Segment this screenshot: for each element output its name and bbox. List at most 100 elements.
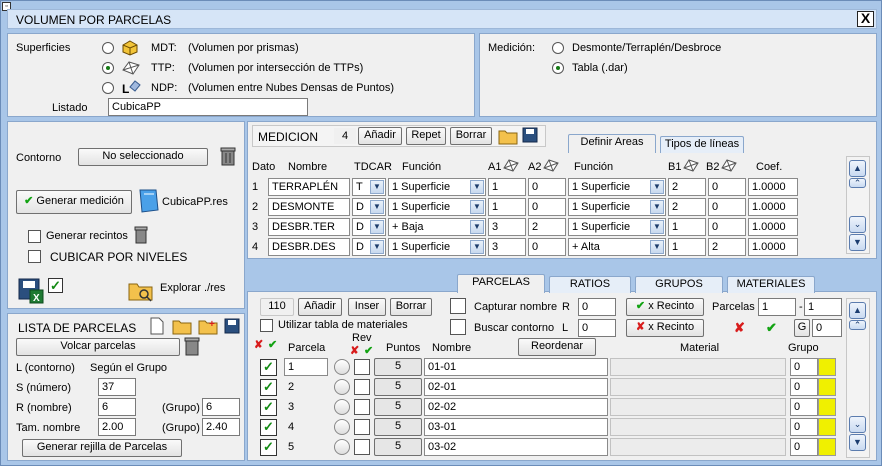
scroll-down-button[interactable]: ▼: [849, 234, 866, 251]
parcela-nombre[interactable]: 03-02: [424, 438, 608, 456]
parcelas-from-input[interactable]: 1: [758, 298, 796, 316]
parcela-checkbox[interactable]: ✓: [260, 359, 277, 376]
puntos-button[interactable]: 5: [374, 418, 422, 436]
chevron-down-icon[interactable]: ▼: [470, 200, 484, 214]
x-recinto-delete-button[interactable]: ✘ x Recinto: [626, 319, 704, 337]
parcela-material[interactable]: [610, 418, 786, 436]
row-a2[interactable]: 0: [528, 198, 566, 216]
row-nombre[interactable]: DESBR.DES: [268, 238, 350, 256]
row-a1[interactable]: 3: [488, 218, 526, 236]
parcela-nombre[interactable]: 03-01: [424, 418, 608, 436]
chevron-down-icon[interactable]: ▼: [470, 240, 484, 254]
tab-grupos[interactable]: GRUPOS: [635, 276, 723, 293]
r-nombre-input[interactable]: 6: [98, 398, 136, 416]
buscar-contorno-checkbox[interactable]: [450, 319, 466, 335]
row-funcion[interactable]: 1 Superficie ▼: [388, 178, 486, 196]
row-nombre[interactable]: DESMONTE: [268, 198, 350, 216]
puntos-button[interactable]: 5: [374, 438, 422, 456]
check-all-icon[interactable]: ✔: [268, 338, 277, 351]
chevron-down-icon[interactable]: ▼: [370, 240, 384, 254]
parcela-grupo[interactable]: 0: [790, 358, 818, 376]
medicion-add-button[interactable]: Añadir: [358, 127, 402, 145]
save-icon-medicion[interactable]: [522, 127, 538, 143]
row-funcion-2[interactable]: 1 Superficie ▼: [568, 198, 666, 216]
clear-x-icon[interactable]: ✘: [734, 320, 745, 336]
parcela-grupo[interactable]: 0: [790, 398, 818, 416]
excel-checkbox[interactable]: ✓: [48, 278, 63, 293]
parcela-material[interactable]: [610, 378, 786, 396]
confirm-check-icon[interactable]: ✔: [766, 320, 777, 336]
grupo-color-swatch[interactable]: [818, 378, 836, 396]
reordenar-button[interactable]: Reordenar: [518, 338, 596, 356]
chevron-down-icon[interactable]: ▼: [650, 220, 664, 234]
parcela-material[interactable]: [610, 398, 786, 416]
grupo-input-2[interactable]: 2.40: [202, 418, 240, 436]
x-recinto-ok-button[interactable]: ✔ x Recinto: [626, 298, 704, 316]
row-coef[interactable]: 1.0000: [748, 238, 798, 256]
scroll-page-up-button[interactable]: ⌃: [849, 178, 866, 188]
row-a2[interactable]: 2: [528, 218, 566, 236]
chevron-down-icon[interactable]: ▼: [650, 200, 664, 214]
parcela-checkbox[interactable]: ✓: [260, 439, 277, 456]
radio-mdt[interactable]: [102, 42, 114, 54]
open-folder-icon[interactable]: [172, 317, 192, 335]
chevron-down-icon[interactable]: ▼: [470, 220, 484, 234]
puntos-button[interactable]: 5: [374, 398, 422, 416]
rev-checkbox[interactable]: [354, 359, 370, 375]
row-funcion[interactable]: 1 Superficie ▼: [388, 238, 486, 256]
parcela-material[interactable]: [610, 438, 786, 456]
parcelas-insert-button[interactable]: Inser: [348, 298, 386, 316]
generar-recintos-checkbox[interactable]: [28, 230, 41, 243]
row-b1[interactable]: 2: [668, 178, 706, 196]
trash-icon[interactable]: [220, 146, 236, 166]
row-b1[interactable]: 1: [668, 238, 706, 256]
generar-medicion-button[interactable]: ✔ Generar medición: [16, 190, 132, 214]
parcela-nombre[interactable]: 01-01: [424, 358, 608, 376]
row-coef[interactable]: 1.0000: [748, 218, 798, 236]
scroll-page-down-button[interactable]: ⌄: [849, 216, 866, 233]
chevron-down-icon[interactable]: ▼: [650, 240, 664, 254]
radio-tabla[interactable]: [552, 62, 564, 74]
radio-ttp[interactable]: [102, 62, 114, 74]
grupo-color-swatch[interactable]: [818, 418, 836, 436]
row-funcion-2[interactable]: 1 Superficie ▼: [568, 218, 666, 236]
row-b2[interactable]: 2: [708, 238, 746, 256]
scroll-page-down-button[interactable]: ⌄: [849, 416, 866, 433]
parcela-checkbox[interactable]: ✓: [260, 379, 277, 396]
row-funcion-2[interactable]: + Alta ▼: [568, 238, 666, 256]
r-input[interactable]: 0: [578, 298, 616, 316]
parcela-nombre[interactable]: 02-01: [424, 378, 608, 396]
generar-rejilla-button[interactable]: Generar rejilla de Parcelas: [22, 439, 182, 457]
g-input[interactable]: 0: [812, 319, 842, 337]
row-a2[interactable]: 0: [528, 238, 566, 256]
trash-icon-lista[interactable]: [184, 336, 200, 356]
chevron-down-icon[interactable]: ▼: [370, 180, 384, 194]
tab-ratios[interactable]: RATIOS: [549, 276, 631, 293]
parcela-grupo[interactable]: 0: [790, 378, 818, 396]
volcar-parcelas-button[interactable]: Volcar parcelas: [16, 338, 180, 356]
close-button[interactable]: X: [857, 11, 874, 27]
rev-checkbox[interactable]: [354, 439, 370, 455]
explorar-label[interactable]: Explorar ./res: [160, 282, 225, 294]
chevron-down-icon[interactable]: ▼: [370, 220, 384, 234]
parcela-material[interactable]: [610, 358, 786, 376]
rev-lens-icon[interactable]: [334, 379, 350, 395]
row-b2[interactable]: 0: [708, 218, 746, 236]
parcela-checkbox[interactable]: ✓: [260, 419, 277, 436]
trash-icon-small[interactable]: [134, 226, 148, 244]
row-coef[interactable]: 1.0000: [748, 198, 798, 216]
tab-definir-areas[interactable]: Definir Areas: [568, 134, 656, 153]
row-a1[interactable]: 1: [488, 178, 526, 196]
row-funcion[interactable]: + Baja ▼: [388, 218, 486, 236]
scroll-up-button[interactable]: ▲: [849, 160, 866, 177]
tab-parcelas[interactable]: PARCELAS: [457, 274, 545, 293]
row-funcion[interactable]: 1 Superficie ▼: [388, 198, 486, 216]
radio-ndp[interactable]: [102, 82, 114, 94]
row-tdcar[interactable]: T ▼: [352, 178, 386, 196]
radio-desmonte[interactable]: [552, 42, 564, 54]
tam-nombre-input[interactable]: 2.00: [98, 418, 136, 436]
new-doc-icon[interactable]: [150, 317, 164, 335]
open-folder-icon-medicion[interactable]: [498, 127, 518, 145]
grupo-color-swatch[interactable]: [818, 358, 836, 376]
parcela-checkbox[interactable]: ✓: [260, 399, 277, 416]
